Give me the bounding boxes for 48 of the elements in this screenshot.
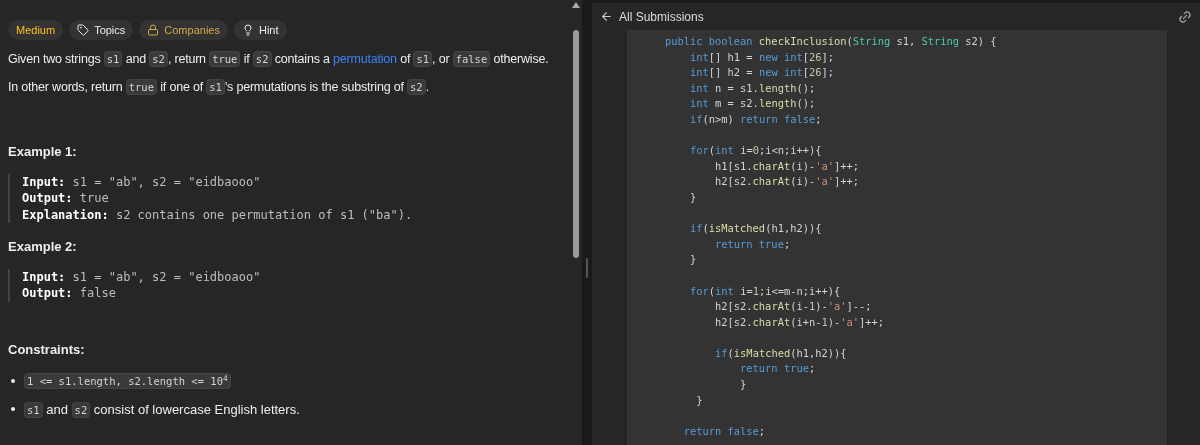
example-line: Input: s1 = "ab", s2 = "eidboaoo" [22,268,262,285]
constraint-text: s1 and s2 consist of lowercase English letters. [24,399,300,419]
code-line: } [689,189,698,205]
tag-icon [77,24,90,36]
lock-icon [147,24,160,36]
code-line: if(isMatched(h1,h2)){ [714,345,848,361]
constraints-heading: Constraints: [8,340,86,359]
code-line: public boolean checkInclusion(String s1, String s2) { [664,34,998,49]
example-line: Input: s1 = "ab", s2 = "eidbaooo" [22,173,262,190]
code-line: } [739,377,748,393]
scrollbar-thumb[interactable] [573,30,579,258]
constraint-text: 1 <= s1.length, s2.length <= 10$^{4}$ [24,371,231,391]
tag-button[interactable]: Topics [69,20,134,40]
resize-handle[interactable] [586,257,588,278]
code-line: h2[s2.charAt(i+n-1)-'a']++; [714,314,886,330]
code-line: int n = s1.length(); [689,80,817,96]
code-line: } [695,392,704,408]
tag-button[interactable]: Hint [233,20,287,40]
code-line: int[] h2 = new int[26]; [689,65,835,81]
code-line: for(int i=1;i<=m-n;i++){ [689,283,842,299]
permutation-link[interactable]: permutation [333,52,397,66]
example-heading: Example 2: [8,238,78,256]
difficulty-badge[interactable]: Medium [8,20,64,40]
lightbulb-icon [241,24,254,36]
scroll-up-icon[interactable] [572,2,580,8]
code-line: int[] h1 = new int[26]; [689,49,835,65]
code-line: h2[s2.charAt(i-1)-'a']--; [714,299,873,315]
example-line: Output: true [22,190,110,207]
description-paragraph: In other words, return true if one of s1 's permutations is the substring of s2 . [8,78,430,96]
code-line: return true; [739,361,817,377]
back-arrow-icon[interactable] [600,10,613,23]
all-submissions-link[interactable]: All Submissions [619,7,704,26]
example-heading: Example 1: [8,143,78,161]
code-line: h2[s2.charAt(i)-'a']++; [714,174,860,190]
example-line: Output: false [22,285,117,302]
code-line: return false; [682,423,767,439]
bullet-icon [11,378,15,383]
example-line: Explanation: s2 contains one permutation of s1 ("ba"). [22,206,414,223]
tag-button[interactable]: Companies [139,20,228,40]
code-line: for(int i=0;i<n;i++){ [689,143,823,159]
code-line: if(n>m) return false; [689,111,823,127]
code-line: h1[s1.charAt(i)-'a']++; [714,158,860,174]
code-line: } [689,252,698,268]
code-line: int m = s2.length(); [689,96,817,112]
bullet-icon [11,407,15,412]
code-line: if(isMatched(h1,h2)){ [689,221,823,237]
code-line: return true; [714,236,792,252]
description-paragraph: Given two strings s1 and s2 , return true if s2 contains a permutation of s1 , or false otherwise. [8,50,550,68]
